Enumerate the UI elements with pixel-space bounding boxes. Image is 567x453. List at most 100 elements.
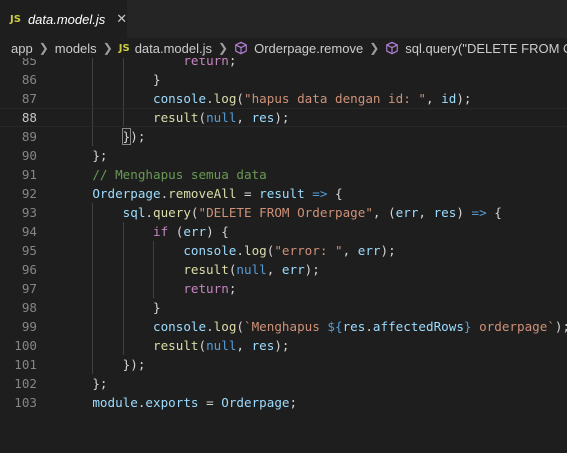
code-token: id [441, 91, 457, 106]
breadcrumb-label: app [11, 40, 33, 56]
line-number: 86 [21, 72, 37, 87]
code-text: // Menghapus semua data [62, 165, 266, 184]
code-token: } [62, 72, 161, 87]
breadcrumb-item-models[interactable]: models [55, 41, 97, 56]
code-line[interactable]: 101 }); [0, 355, 567, 374]
code-line[interactable]: 88 result(null, res); [0, 108, 567, 127]
code-token: , [418, 205, 434, 220]
method-cube-icon [235, 41, 247, 55]
code-editor[interactable]: 85 return; 86 } 87 console.log("hapus data… [0, 58, 567, 453]
code-text: }); [62, 127, 145, 146]
tab-data-model-js[interactable]: JS data.model.js ✕ [0, 0, 127, 38]
code-text: console.log("error: ", err); [62, 241, 396, 260]
code-line[interactable]: 100 result(null, res); [0, 336, 567, 355]
code-token: res [251, 110, 275, 125]
code-token: res [251, 338, 275, 353]
code-token: ( [198, 110, 207, 125]
code-token: ); [554, 319, 567, 334]
code-text: console.log("hapus data dengan id: ", id… [62, 89, 472, 108]
code-token: } [62, 300, 161, 315]
code-line[interactable]: 89 }); [0, 127, 567, 146]
method-cube-icon [386, 41, 399, 55]
code-line[interactable]: 98 } [0, 298, 567, 317]
code-token: , ( [372, 205, 396, 220]
code-line[interactable]: 91 // Menghapus semua data [0, 165, 567, 184]
code-line[interactable]: 93 sql.query("DELETE FROM Orderpage", (e… [0, 203, 567, 222]
code-token: ); [274, 110, 290, 125]
code-token: = [236, 186, 260, 201]
code-line[interactable]: 85 return; [0, 58, 567, 70]
code-line[interactable]: 102 }; [0, 374, 567, 393]
code-token: ); [380, 243, 396, 258]
code-text: result(null, err); [62, 260, 320, 279]
js-file-icon: JS [118, 42, 130, 54]
code-text: console.log(`Menghapus ${res.affectedRow… [62, 317, 567, 336]
chevron-right-icon: ❯ [38, 41, 49, 55]
code-token: }; [62, 376, 108, 391]
code-token: ( [168, 224, 184, 239]
breadcrumb-item-app[interactable]: app [11, 41, 33, 56]
code-line[interactable]: 97 return; [0, 279, 567, 298]
line-number: 85 [21, 58, 37, 68]
tab-title: data.model.js [27, 11, 106, 27]
code-line[interactable]: 99 console.log(`Menghapus ${res.affected… [0, 317, 567, 336]
breadcrumb-item-symbol-query[interactable]: sql.query("DELETE FROM Order [385, 41, 567, 56]
code-token: sql [62, 205, 146, 220]
code-token: module [62, 395, 138, 410]
code-line[interactable]: 95 console.log("error: ", err); [0, 241, 567, 260]
code-line[interactable]: 94 if (err) { [0, 222, 567, 241]
code-token: null [206, 338, 237, 353]
tab-bar: JS data.model.js ✕ [0, 0, 567, 38]
breadcrumb-label: data.model.js [134, 40, 213, 56]
code-token: err [357, 243, 381, 258]
chevron-right-icon: ❯ [102, 41, 113, 55]
code-token: res [433, 205, 457, 220]
line-number: 103 [14, 395, 37, 410]
code-token: ); [274, 338, 290, 353]
code-line[interactable]: 90 }; [0, 146, 567, 165]
code-token: }); [62, 357, 146, 372]
code-token: { [494, 205, 502, 220]
code-token: err [395, 205, 419, 220]
breadcrumb: app ❯ models ❯ JS data.model.js ❯ Orderp… [0, 38, 567, 58]
code-token: res [342, 319, 366, 334]
code-token: ); [456, 91, 472, 106]
code-token: } [463, 319, 472, 334]
line-number: 88 [21, 110, 37, 125]
line-number: 87 [21, 91, 37, 106]
code-line[interactable]: 103 module.exports = Orderpage; [0, 393, 567, 412]
code-token: ( [236, 91, 244, 106]
code-token: , [236, 110, 252, 125]
code-token: query [153, 205, 191, 220]
line-number: 100 [14, 338, 37, 353]
code-line[interactable]: 96 result(null, err); [0, 260, 567, 279]
breadcrumb-item-file[interactable]: JS data.model.js [119, 41, 212, 56]
close-icon[interactable]: ✕ [116, 13, 127, 26]
line-number: 97 [21, 281, 37, 296]
code-text: Orderpage.removeAll = result => { [62, 184, 343, 203]
code-line[interactable]: 92 Orderpage.removeAll = result => { [0, 184, 567, 203]
code-line[interactable]: 87 console.log("hapus data dengan id: ",… [0, 89, 567, 108]
line-number: 89 [21, 129, 37, 144]
chevron-right-icon: ❯ [218, 41, 229, 55]
code-token: = [198, 395, 222, 410]
code-token: ( [190, 205, 199, 220]
code-text: result(null, res); [62, 336, 290, 355]
code-token: `Menghapus [244, 319, 328, 334]
code-line[interactable]: 86 } [0, 70, 567, 89]
code-token: console [62, 243, 237, 258]
code-token: err [183, 224, 207, 239]
code-token: , [425, 91, 442, 106]
code-token: ; [228, 281, 237, 296]
code-token: { [335, 186, 343, 201]
breadcrumb-item-symbol-remove[interactable]: Orderpage.remove [234, 41, 363, 56]
line-number: 102 [14, 376, 37, 391]
code-token: Orderpage [221, 395, 290, 410]
code-token: , [342, 243, 358, 258]
code-token: ); [130, 129, 146, 144]
code-token: log [243, 243, 267, 258]
line-number: 98 [21, 300, 37, 315]
code-token: return [183, 58, 229, 68]
